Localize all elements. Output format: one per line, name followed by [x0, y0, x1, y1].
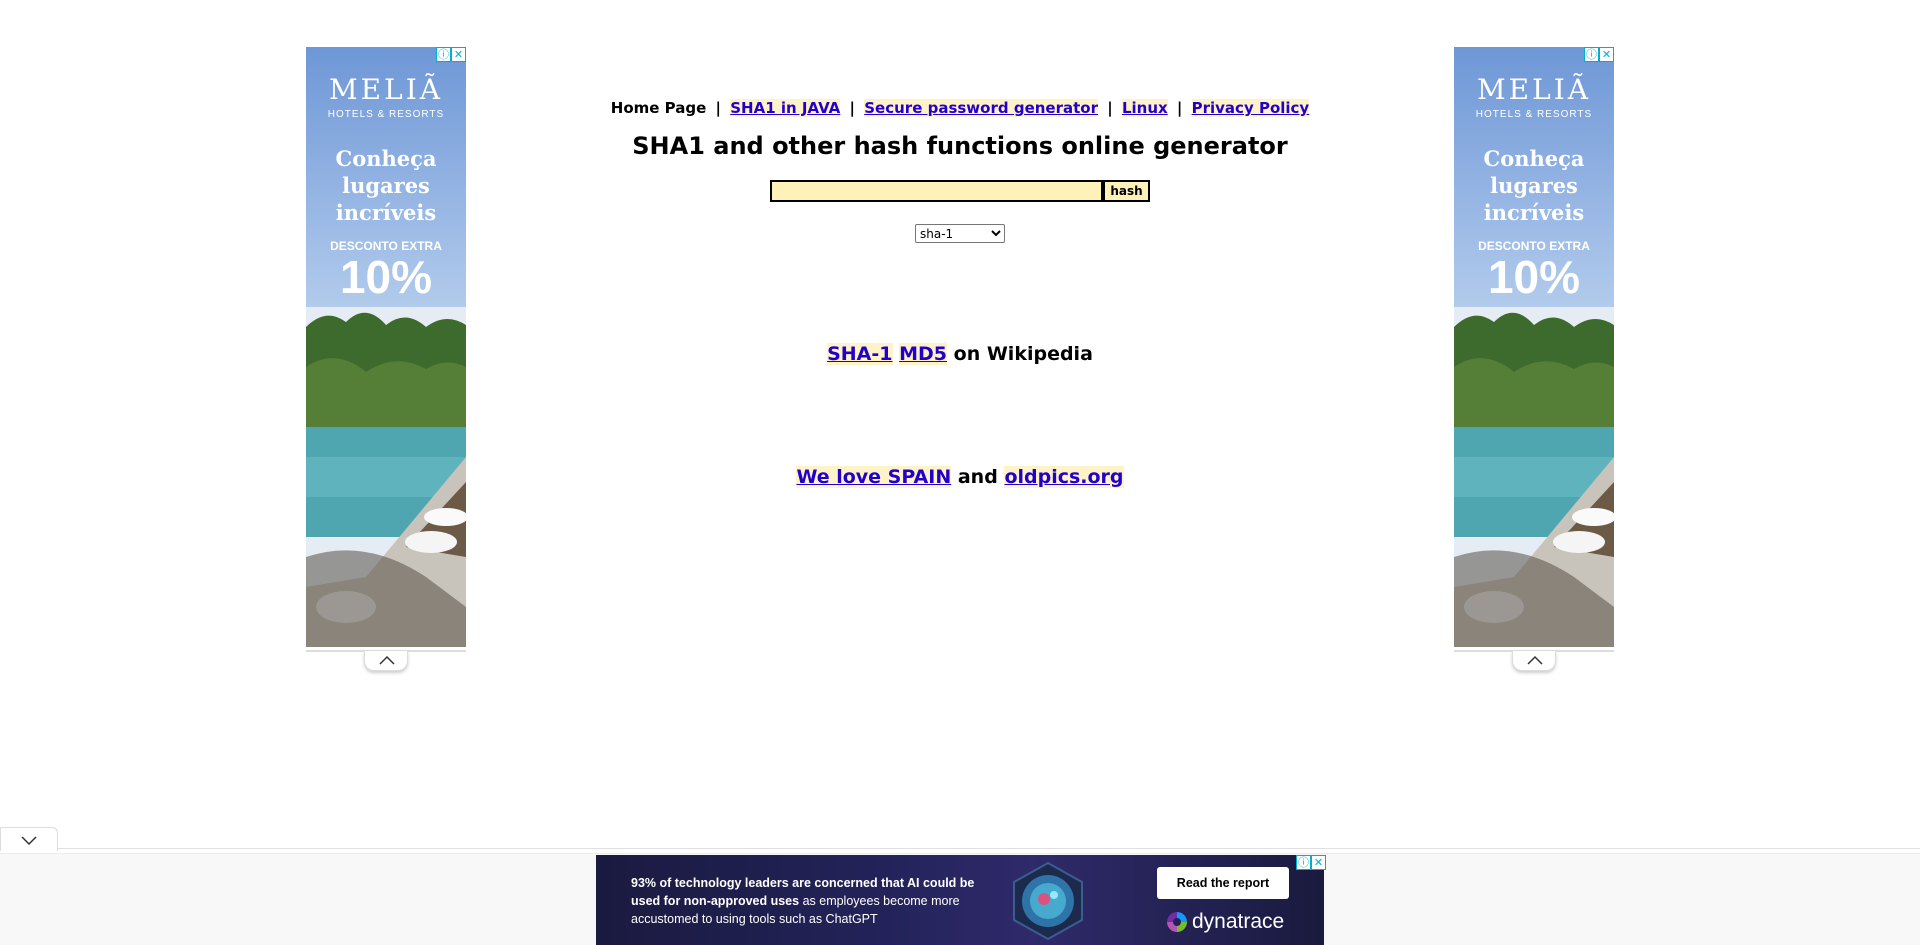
- read-report-button[interactable]: Read the report: [1157, 867, 1289, 899]
- ad-headline-line: incríveis: [1483, 200, 1585, 225]
- side-ad-left[interactable]: ⓘ ✕ MELIÃ HOTELS & RESORTS Conheça lugar…: [306, 47, 466, 647]
- hash-form: hash: [770, 180, 1150, 202]
- chevron-up-icon: [1527, 655, 1543, 665]
- bottom-ad-banner[interactable]: 93% of technology leaders are concerned …: [596, 855, 1324, 945]
- ad-resort-image: [1454, 307, 1614, 647]
- bottom-ad-text: 93% of technology leaders are concerned …: [631, 874, 981, 928]
- ad-headline-line: Conheça: [335, 146, 437, 171]
- ad-subtitle: HOTELS & RESORTS: [327, 109, 445, 120]
- ad-subtitle: HOTELS & RESORTS: [1475, 109, 1593, 120]
- wiki-suffix: on Wikipedia: [953, 343, 1093, 365]
- side-ad-right[interactable]: ⓘ ✕ MELIÃ HOTELS & RESORTS Conheça lugar…: [1454, 47, 1614, 647]
- nav-link-password-generator[interactable]: Secure password generator: [864, 99, 1098, 117]
- ad-headline-line: incríveis: [335, 200, 437, 225]
- promo-link-oldpics[interactable]: oldpics.org: [1004, 466, 1124, 488]
- ad-headline-line: lugares: [1490, 173, 1578, 198]
- wiki-links: SHA-1 MD5 on Wikipedia: [466, 343, 1454, 365]
- ad-info-icon[interactable]: ⓘ: [1584, 47, 1599, 62]
- ad-headline: Conheça lugares incríveis: [306, 145, 466, 226]
- hash-input[interactable]: [770, 180, 1103, 202]
- ad-info-icon[interactable]: ⓘ: [436, 47, 451, 62]
- ad-brand: MELIÃ: [1477, 73, 1591, 106]
- ad-close-icon[interactable]: ✕: [451, 47, 466, 62]
- bottom-ad-collapse-button[interactable]: [0, 827, 58, 851]
- nav-separator: |: [1176, 99, 1183, 117]
- wiki-link-sha1[interactable]: SHA-1: [827, 343, 893, 365]
- page-title: SHA1 and other hash functions online gen…: [632, 132, 1288, 160]
- ad-percent: 10%: [1487, 251, 1581, 303]
- nav-link-sha1-java[interactable]: SHA1 in JAVA: [730, 99, 841, 117]
- ad-controls: ⓘ ✕: [1584, 47, 1614, 62]
- top-nav: Home Page | SHA1 in JAVA | Secure passwo…: [466, 99, 1454, 117]
- algorithm-select[interactable]: sha-1: [915, 224, 1005, 243]
- chevron-up-icon: [379, 655, 395, 665]
- bottom-divider: [0, 848, 1920, 849]
- nav-home: Home Page: [610, 99, 707, 117]
- nav-separator: |: [849, 99, 856, 117]
- ad-collapse-button[interactable]: [364, 651, 408, 671]
- nav-separator: |: [1107, 99, 1113, 117]
- dynatrace-logo-text: dynatrace: [1192, 910, 1285, 933]
- nav-link-privacy-policy[interactable]: Privacy Policy: [1191, 99, 1310, 117]
- promo-link-spain[interactable]: We love SPAIN: [796, 466, 952, 488]
- ad-headline-line: lugares: [342, 173, 430, 198]
- dynatrace-logo-icon: [1167, 912, 1187, 932]
- bottom-ad-controls: ⓘ ✕: [1296, 855, 1326, 870]
- ad-info-icon[interactable]: ⓘ: [1296, 855, 1311, 870]
- chevron-down-icon: [21, 835, 37, 845]
- nav-link-linux[interactable]: Linux: [1121, 99, 1168, 117]
- wiki-link-md5[interactable]: MD5: [899, 343, 948, 365]
- ad-headline-line: Conheça: [1483, 146, 1585, 171]
- ad-collapse-button[interactable]: [1512, 651, 1556, 671]
- ad-percent: 10%: [339, 251, 433, 303]
- promo-links: We love SPAIN and oldpics.org: [466, 466, 1454, 488]
- dynatrace-logo: dynatrace: [1166, 910, 1284, 934]
- ai-orb-icon: [1013, 861, 1083, 941]
- promo-middle: and: [957, 466, 998, 488]
- nav-separator: |: [715, 99, 722, 117]
- ad-close-icon[interactable]: ✕: [1311, 855, 1326, 870]
- ad-brand: MELIÃ: [329, 73, 443, 106]
- ad-controls: ⓘ ✕: [436, 47, 466, 62]
- hash-button[interactable]: hash: [1103, 180, 1150, 202]
- ad-headline: Conheça lugares incríveis: [1454, 145, 1614, 226]
- ad-close-icon[interactable]: ✕: [1599, 47, 1614, 62]
- ad-resort-image: [306, 307, 466, 647]
